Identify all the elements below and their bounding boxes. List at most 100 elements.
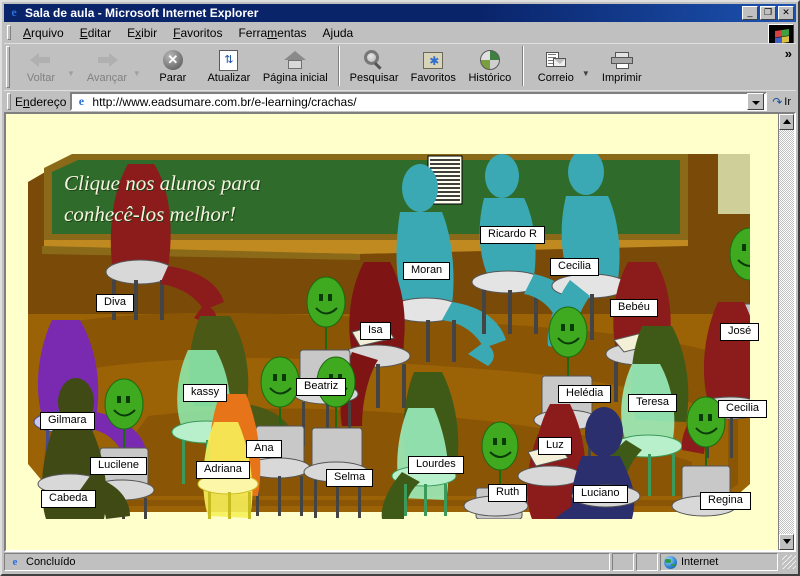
address-input[interactable]: e http://www.eadsumare.com.br/e-learning… [70, 92, 768, 111]
student-tag-regina[interactable]: Regina [700, 492, 751, 510]
menu-label-ajuda: uda [333, 25, 354, 40]
resize-grip[interactable] [782, 555, 796, 569]
home-button-label: Página inicial [262, 72, 328, 84]
scroll-up-button[interactable] [779, 114, 794, 130]
favorites-button-label: Favoritos [410, 72, 456, 84]
menu-item-ferramentas[interactable]: Ferramentas [230, 24, 314, 42]
student-tag-gilmara[interactable]: Gilmara [40, 412, 95, 430]
student-tag-jose[interactable]: José [720, 323, 760, 341]
printer-icon [610, 47, 633, 73]
stop-button[interactable]: ✕ Parar [145, 44, 201, 84]
menu-item-favoritos[interactable]: Favoritos [165, 24, 230, 42]
home-button[interactable]: Página inicial [257, 44, 334, 84]
windows-flag-icon [775, 29, 789, 44]
vertical-scrollbar[interactable] [778, 114, 794, 550]
menu-label-ferramentas: entas [277, 25, 307, 40]
stop-button-label: Parar [159, 72, 187, 84]
close-glyph: ✕ [782, 7, 790, 17]
toolbar-separator-1 [337, 46, 340, 86]
student-tag-heledia[interactable]: Helédia [558, 385, 612, 403]
student-tag-ricardo-r[interactable]: Ricardo R [480, 226, 545, 244]
history-icon [479, 47, 500, 73]
student-tag-cecilia-1[interactable]: Cecilia [550, 258, 600, 276]
close-button[interactable]: ✕ [778, 6, 794, 20]
go-arrow-icon: ↷ [772, 94, 783, 109]
mail-button[interactable]: Correio [528, 44, 584, 84]
security-zone-panel[interactable]: Internet [660, 553, 778, 571]
mail-dropdown-arrow[interactable]: ▼ [582, 57, 590, 78]
address-label: Endereço [15, 94, 67, 109]
status-message-panel: e Concluído [4, 553, 610, 571]
menu-label-arquivo: rquivo [31, 25, 64, 40]
menu-drag-grip[interactable] [7, 25, 11, 40]
search-button[interactable]: Pesquisar [344, 44, 405, 84]
toolbar-overflow-chevron[interactable]: » [785, 44, 792, 61]
student-tag-selma[interactable]: Selma [326, 469, 374, 487]
student-tag-lucilene[interactable]: Lucilene [90, 457, 147, 475]
student-tag-luz[interactable]: Luz [538, 437, 572, 455]
restore-glyph: ❐ [763, 7, 773, 17]
history-button[interactable]: Histórico [462, 44, 518, 84]
status-bar: e Concluído Internet [4, 552, 796, 572]
stop-icon: ✕ [162, 47, 183, 73]
student-tag-diva[interactable]: Diva [96, 294, 135, 312]
window-title: Sala de aula - Microsoft Internet Explor… [25, 6, 259, 20]
status-panel-extra-1 [612, 553, 634, 571]
favorites-button[interactable]: ✱ Favoritos [405, 44, 462, 84]
student-tag-ana[interactable]: Ana [246, 440, 282, 458]
student-tag-adriana[interactable]: Adriana [196, 461, 250, 479]
address-value: http://www.eadsumare.com.br/e-learning/c… [92, 94, 357, 109]
minimize-button[interactable]: _ [742, 6, 758, 20]
classroom-illustration: Clique nos alunos para conhecê-los melho… [28, 154, 768, 519]
menu-label-editar: ditar [87, 25, 112, 40]
restore-button[interactable]: ❐ [760, 6, 776, 20]
menu-label-exibir: ibir [141, 25, 158, 40]
address-bar: Endereço e http://www.eadsumare.com.br/e… [4, 90, 796, 112]
scroll-down-button[interactable] [779, 534, 794, 550]
student-tag-moran[interactable]: Moran [403, 262, 451, 280]
window-controls: _ ❐ ✕ [742, 6, 796, 20]
search-button-label: Pesquisar [349, 72, 399, 84]
student-tag-teresa[interactable]: Teresa [628, 394, 678, 412]
menu-item-exibir[interactable]: Exibir [119, 24, 165, 42]
menu-item-arquivo[interactable]: Arquivo [15, 24, 72, 42]
back-button[interactable]: Voltar [13, 44, 69, 84]
home-icon [284, 47, 307, 73]
menu-item-editar[interactable]: Editar [72, 24, 119, 42]
go-button[interactable]: ↷ Ir [767, 95, 796, 109]
security-zone-label: Internet [681, 556, 719, 568]
student-tag-cabeda[interactable]: Cabeda [41, 490, 96, 508]
mail-icon [545, 47, 566, 73]
browser-window: e Sala de aula - Microsoft Internet Expl… [0, 0, 800, 576]
ie-document-icon: e [11, 5, 17, 19]
menu-bar: Arquivo Editar Exibir Favoritos Ferramen… [4, 23, 796, 42]
student-tag-luciano[interactable]: Luciano [573, 485, 628, 503]
forward-button[interactable]: Avançar [79, 44, 135, 84]
address-drag-grip[interactable] [7, 93, 11, 110]
print-button-label: Imprimir [601, 72, 642, 84]
back-dropdown-arrow[interactable]: ▼ [67, 57, 75, 78]
student-tag-kassy[interactable]: kassy [183, 384, 228, 402]
refresh-icon: ⇅ [219, 47, 239, 73]
status-message: Concluído [26, 556, 76, 568]
menu-label-favoritos: avoritos [180, 25, 223, 40]
print-button[interactable]: Imprimir [594, 44, 650, 84]
main-toolbar: Voltar ▼ Avançar ▼ ✕ Parar ⇅ Atualizar P… [4, 43, 796, 91]
scrollbar-track[interactable] [779, 130, 794, 534]
student-tag-beatriz[interactable]: Beatriz [296, 378, 347, 396]
ie-page-icon: e [78, 94, 85, 108]
refresh-button[interactable]: ⇅ Atualizar [201, 44, 257, 84]
student-tag-bebeu[interactable]: Bebéu [610, 299, 658, 317]
menu-item-ajuda[interactable]: Ajuda [315, 24, 362, 42]
search-icon [364, 47, 384, 73]
address-dropdown-button[interactable] [747, 93, 765, 110]
forward-dropdown-arrow[interactable]: ▼ [133, 57, 141, 78]
student-tag-ruth[interactable]: Ruth [488, 484, 528, 502]
student-tag-lourdes[interactable]: Lourdes [408, 456, 464, 474]
student-tag-isa[interactable]: Isa [360, 322, 391, 340]
page-content: Clique nos alunos para conhecê-los melho… [4, 112, 796, 552]
toolbar-separator-2 [521, 46, 524, 86]
mail-button-label: Correio [537, 72, 574, 84]
toolbar-drag-grip[interactable] [6, 46, 10, 88]
student-tag-cecilia-2[interactable]: Cecilia [718, 400, 768, 418]
